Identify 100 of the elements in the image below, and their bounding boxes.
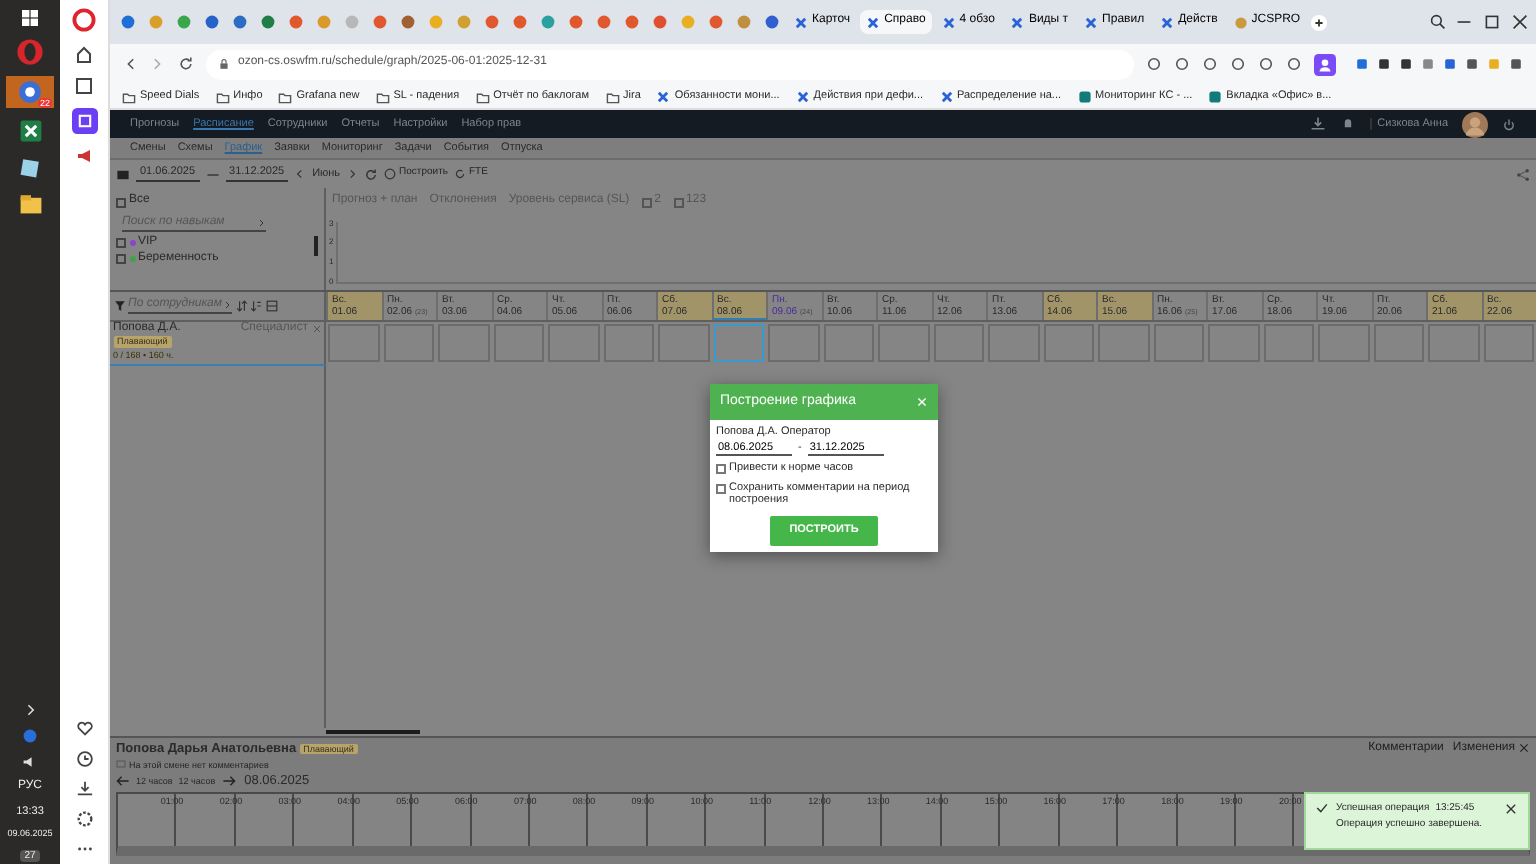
shift-cell[interactable] — [383, 324, 434, 362]
fte-icon — [453, 168, 466, 180]
collapse-icon[interactable] — [265, 300, 277, 312]
bookmark-icon — [475, 89, 490, 103]
shift-cell[interactable] — [768, 324, 819, 362]
logout-icon[interactable] — [1502, 117, 1516, 131]
refresh-icon[interactable] — [364, 167, 379, 181]
shift-cell[interactable] — [1153, 324, 1204, 362]
shift-cell[interactable] — [493, 324, 544, 362]
shift-cell[interactable] — [1098, 324, 1149, 362]
history-icon[interactable] — [75, 750, 93, 768]
reload-icon[interactable] — [178, 56, 194, 72]
shift-cell[interactable] — [1043, 324, 1094, 362]
arrow-left-icon[interactable] — [116, 774, 130, 789]
bookmark-icon — [122, 89, 136, 103]
pinned-tab[interactable] — [592, 10, 616, 34]
site-icon — [941, 15, 956, 29]
shift-cell[interactable] — [1263, 324, 1314, 362]
pinned-tab[interactable] — [284, 10, 308, 34]
shift-cell[interactable] — [1208, 324, 1259, 362]
pinned-tab[interactable] — [760, 10, 784, 34]
back-icon[interactable] — [122, 56, 138, 72]
lock-icon — [218, 58, 230, 70]
megaphone-icon[interactable] — [74, 146, 94, 166]
bookmark-icon — [1208, 89, 1223, 103]
site-icon — [866, 15, 881, 29]
shift-cell[interactable] — [1428, 324, 1479, 362]
bookmark-icon — [1077, 89, 1092, 103]
sort-icon[interactable] — [250, 300, 262, 312]
settings-icon[interactable] — [75, 810, 93, 828]
calendar-icon[interactable] — [116, 167, 130, 181]
speaker-icon[interactable] — [22, 754, 38, 771]
pinned-tab[interactable] — [228, 10, 252, 34]
shift-cell[interactable] — [823, 324, 874, 362]
shift-cell[interactable] — [933, 324, 984, 362]
shift-cell[interactable] — [713, 324, 764, 362]
pinned-tab[interactable] — [172, 10, 196, 34]
close-icon[interactable] — [1511, 14, 1527, 30]
site-icon — [794, 15, 808, 29]
browser-logo-icon[interactable] — [72, 8, 96, 32]
avatar[interactable] — [1462, 111, 1488, 137]
start-icon[interactable] — [20, 8, 40, 28]
pinned-tab[interactable] — [256, 10, 280, 34]
pinned-tab[interactable] — [480, 10, 504, 34]
pinned-tab[interactable] — [452, 10, 476, 34]
shift-cell[interactable] — [603, 324, 654, 362]
notepad-icon[interactable] — [17, 154, 43, 180]
pinned-tab[interactable] — [536, 10, 560, 34]
shift-cell[interactable] — [328, 324, 379, 362]
folder-icon[interactable] — [17, 190, 43, 216]
workspace-icon[interactable] — [74, 76, 94, 96]
filter-icon[interactable] — [113, 300, 125, 312]
shift-cell[interactable] — [438, 324, 489, 362]
scrollbar — [314, 235, 318, 256]
forward-icon[interactable] — [150, 56, 166, 72]
arrow-right-icon[interactable] — [221, 774, 236, 789]
next-icon[interactable] — [346, 168, 359, 180]
site-icon — [1084, 15, 1099, 29]
shift-cell[interactable] — [658, 324, 709, 362]
bookmark-icon — [605, 89, 620, 103]
profile-icon[interactable] — [1314, 53, 1336, 75]
bookmark-icon — [215, 89, 230, 103]
bookmark-icon — [795, 89, 810, 103]
share-icon[interactable] — [1516, 167, 1530, 181]
pinned-tab[interactable] — [648, 10, 672, 34]
bookmark-icon — [939, 89, 954, 103]
shift-cell[interactable] — [548, 324, 599, 362]
sort-icon[interactable] — [235, 300, 247, 312]
pinned-tab[interactable] — [620, 10, 644, 34]
site-icon — [1160, 15, 1175, 29]
comment-icon — [116, 759, 126, 770]
shift-cell[interactable] — [1483, 324, 1534, 362]
shift-cell[interactable] — [1373, 324, 1424, 362]
new-tab-icon[interactable] — [1310, 13, 1329, 31]
pinned-tab[interactable] — [368, 10, 392, 34]
spreadsheet-icon[interactable] — [17, 118, 43, 144]
pinned-tab[interactable] — [116, 10, 140, 34]
shift-cell[interactable] — [1318, 324, 1369, 362]
maximize-icon[interactable] — [1483, 14, 1499, 30]
home-icon[interactable] — [74, 44, 94, 64]
pinned-tab[interactable] — [564, 10, 588, 34]
pinned-tab[interactable] — [200, 10, 224, 34]
shift-cell[interactable] — [878, 324, 929, 362]
previous-icon[interactable] — [294, 168, 307, 180]
chevron-icon[interactable] — [22, 702, 38, 719]
shift-cell[interactable] — [988, 324, 1039, 362]
site-icon — [1010, 15, 1025, 29]
scrollbar[interactable] — [326, 730, 420, 734]
pinned-tab[interactable] — [508, 10, 532, 34]
browser-icon[interactable] — [18, 80, 42, 104]
pinned-tab[interactable] — [732, 10, 756, 34]
pinned-tab[interactable] — [704, 10, 728, 34]
browser-icon[interactable] — [16, 38, 44, 66]
pinned-tab[interactable] — [312, 10, 336, 34]
close-icon[interactable] — [1504, 802, 1518, 816]
bookmark-icon — [278, 89, 293, 103]
pinned-tab[interactable] — [396, 10, 420, 34]
search-icon[interactable] — [1429, 14, 1445, 30]
site-icon — [1233, 15, 1248, 29]
workspace-icon[interactable] — [71, 108, 97, 134]
